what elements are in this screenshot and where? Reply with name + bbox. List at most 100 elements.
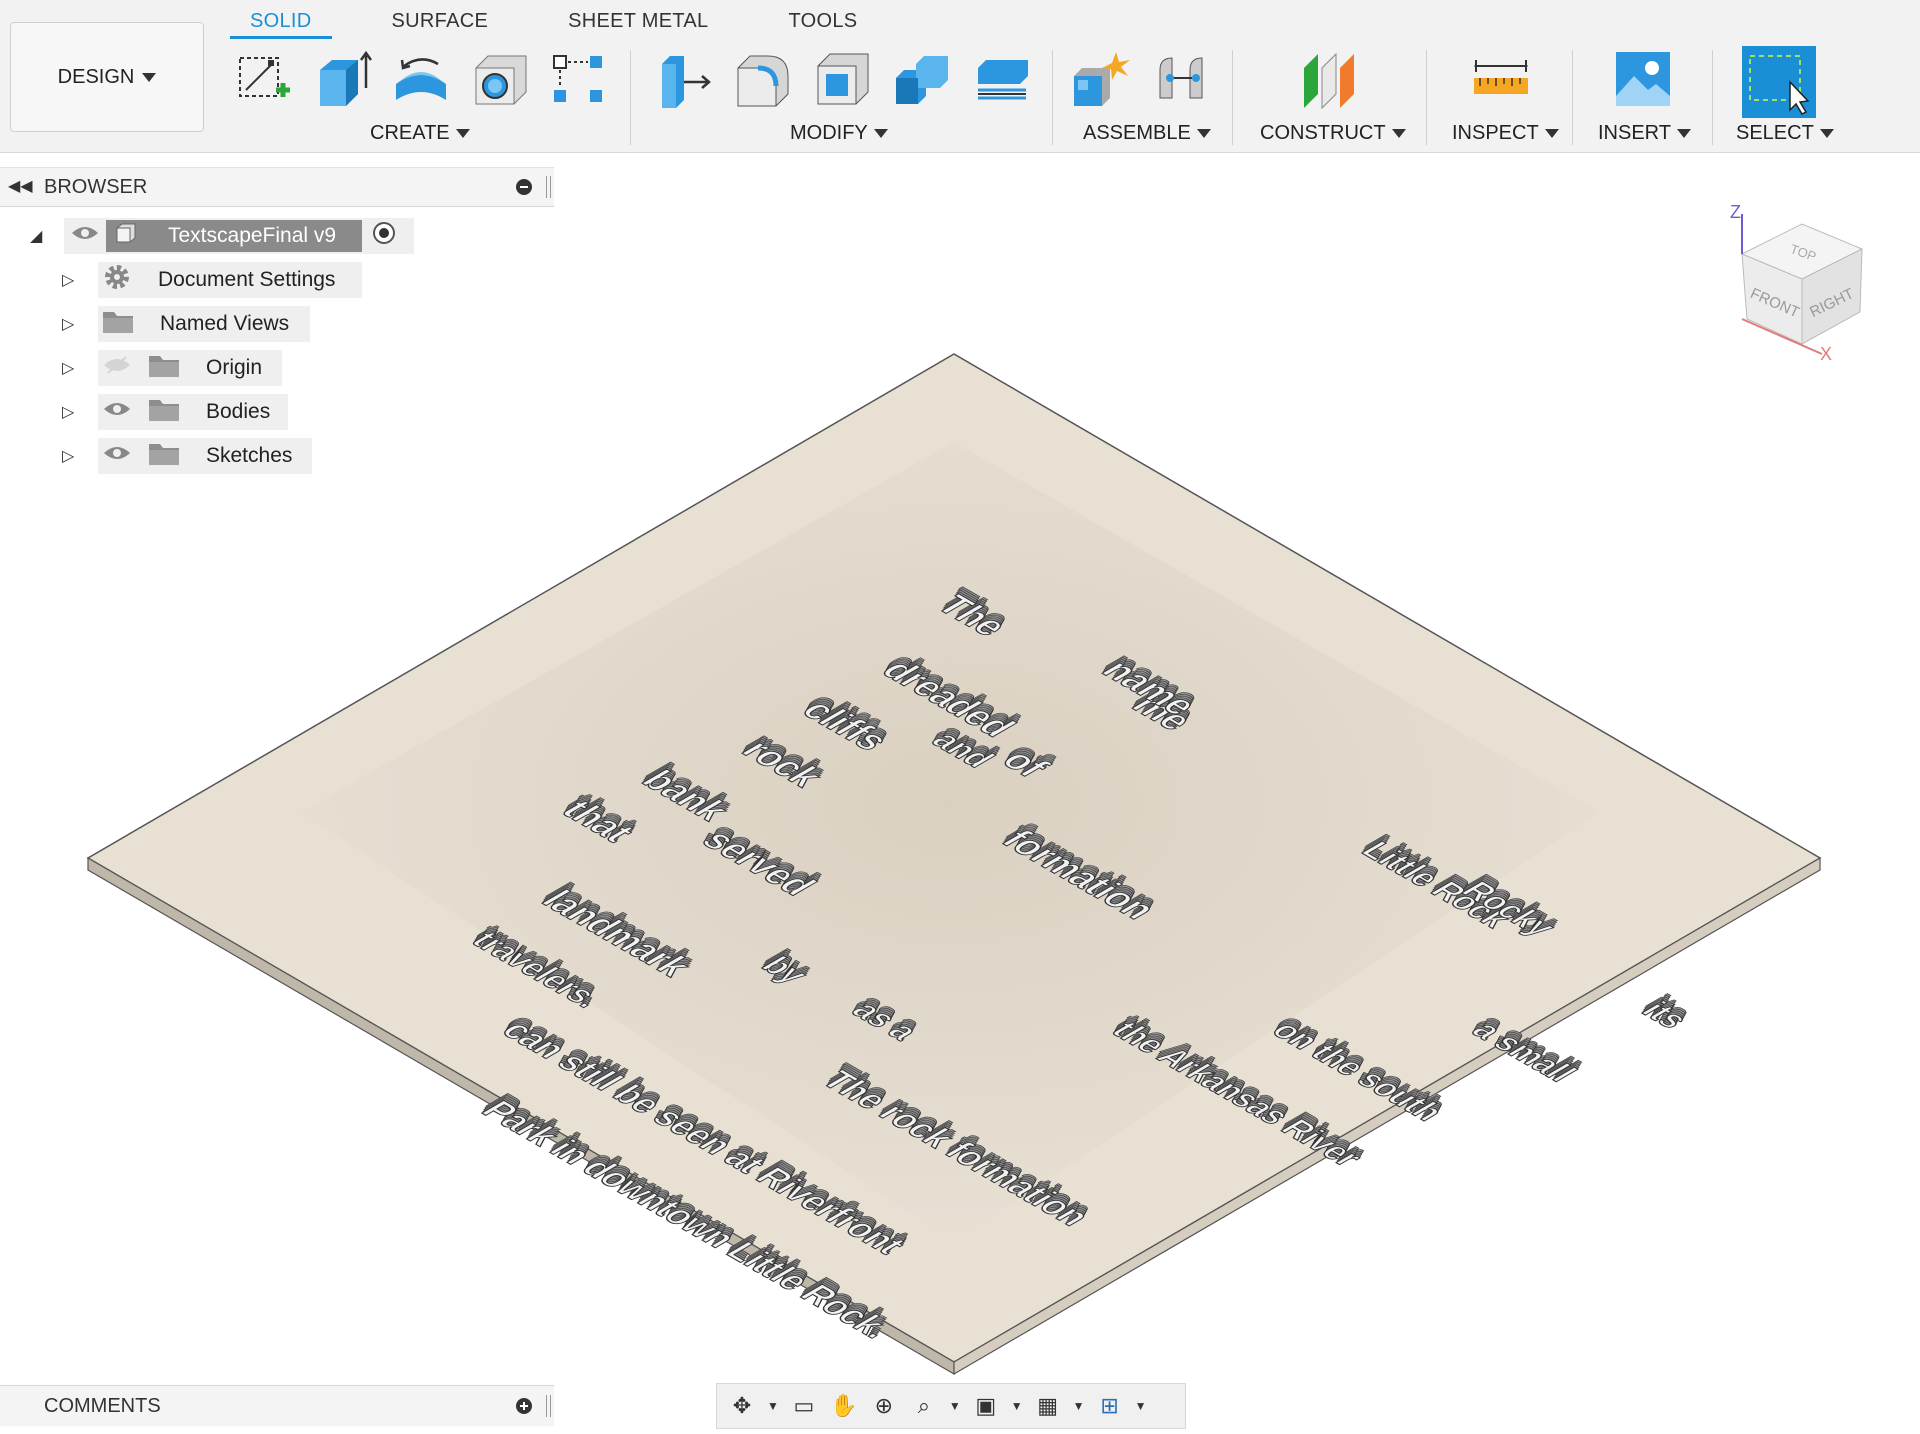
chevron-down-icon[interactable]: ▼: [1011, 1399, 1023, 1413]
chevron-down-icon: [1544, 129, 1559, 138]
root-chip-bg: TextscapeFinal v9: [64, 218, 414, 254]
expand-triangle-icon[interactable]: ▷: [62, 314, 74, 334]
workspace-switcher[interactable]: DESIGN: [10, 22, 204, 132]
minimize-icon[interactable]: [516, 179, 532, 195]
tree-row-root[interactable]: ◢ TextscapeFinal v9: [0, 218, 554, 254]
workspace-label: DESIGN: [57, 65, 135, 88]
modify-menu[interactable]: MODIFY: [790, 122, 888, 145]
tab-sheet-metal[interactable]: SHEET METAL: [548, 0, 728, 36]
axis-x-label: X: [1820, 344, 1832, 364]
chevron-down-icon[interactable]: ▼: [767, 1399, 779, 1413]
eye-icon[interactable]: [102, 399, 132, 425]
insert-image-icon[interactable]: [1612, 48, 1674, 110]
extrude-icon[interactable]: [312, 48, 374, 110]
joint-icon[interactable]: [1150, 48, 1212, 110]
ribbon-tabs: SOLID SURFACE SHEET METAL TOOLS: [230, 0, 917, 39]
divider: [1712, 50, 1713, 145]
sketches-chip: Sketches: [98, 438, 312, 474]
select-menu[interactable]: SELECT: [1736, 122, 1834, 145]
create-sketch-icon[interactable]: [232, 48, 294, 110]
assemble-label: ASSEMBLE: [1083, 122, 1191, 144]
viewports-icon[interactable]: ⊞: [1095, 1391, 1125, 1421]
pan-icon[interactable]: ✋: [829, 1391, 859, 1421]
offset-plane-icon[interactable]: [972, 48, 1034, 110]
construct-plane-icon[interactable]: [1300, 48, 1362, 110]
tree-row-origin[interactable]: ▷ Origin: [0, 350, 400, 386]
activate-radio-icon[interactable]: [372, 221, 396, 251]
origin-chip: Origin: [98, 350, 282, 386]
construct-menu[interactable]: CONSTRUCT: [1260, 122, 1406, 145]
extruded-word[interactable]: itsitsitsitsits: [1629, 989, 1705, 1034]
divider: [1426, 50, 1427, 145]
press-pull-icon[interactable]: [654, 48, 716, 110]
eye-hidden-icon[interactable]: [102, 355, 132, 381]
expanded-triangle-icon[interactable]: ◢: [30, 226, 42, 246]
chevron-down-icon: [455, 129, 470, 138]
zoom-icon[interactable]: ⊕: [869, 1391, 899, 1421]
chevron-down-icon[interactable]: ▼: [1073, 1399, 1085, 1413]
chevron-down-icon: [1819, 129, 1834, 138]
chevron-down-icon: [873, 129, 888, 138]
fit-icon[interactable]: ⌕: [909, 1391, 939, 1421]
add-comment-icon[interactable]: [516, 1398, 532, 1414]
divider: [1232, 50, 1233, 145]
axis-z-label: Z: [1730, 202, 1741, 222]
divider: [1052, 50, 1053, 145]
chevron-down-icon[interactable]: ▼: [949, 1399, 961, 1413]
revolve-icon[interactable]: [390, 48, 452, 110]
sketches-label: Sketches: [206, 444, 293, 467]
collapse-panel-icon[interactable]: ◀◀: [8, 176, 33, 196]
orbit-icon[interactable]: ✥: [727, 1391, 757, 1421]
tree-row-named-views[interactable]: ▷ Named Views: [0, 306, 400, 342]
tree-row-bodies[interactable]: ▷ Bodies: [0, 394, 400, 430]
combine-icon[interactable]: [892, 48, 954, 110]
shell-icon[interactable]: [812, 48, 874, 110]
browser-header: ◀◀ BROWSER: [0, 167, 554, 207]
tab-surface[interactable]: SURFACE: [372, 0, 509, 36]
toolbar: SOLID SURFACE SHEET METAL TOOLS DESIGN C…: [0, 0, 1920, 153]
origin-label: Origin: [206, 356, 263, 379]
named-views-label: Named Views: [160, 312, 290, 335]
select-window-icon[interactable]: [1742, 46, 1816, 118]
panel-grip-icon[interactable]: [546, 1395, 551, 1417]
pattern-icon[interactable]: [548, 48, 610, 110]
document-settings-chip: Document Settings: [98, 262, 362, 298]
modify-label: MODIFY: [790, 122, 868, 144]
insert-label: INSERT: [1598, 122, 1671, 144]
tab-tools[interactable]: TOOLS: [768, 0, 877, 36]
grid-icon[interactable]: ▦: [1033, 1391, 1063, 1421]
expand-triangle-icon[interactable]: ▷: [62, 270, 74, 290]
root-component[interactable]: TextscapeFinal v9: [106, 220, 362, 252]
create-menu[interactable]: CREATE: [370, 122, 470, 145]
tree-row-sketches[interactable]: ▷ Sketches: [0, 438, 400, 474]
browser-title: BROWSER: [44, 176, 148, 198]
folder-icon: [148, 352, 180, 384]
eye-icon[interactable]: [70, 223, 100, 249]
chevron-down-icon: [1196, 129, 1211, 138]
tree-row-document-settings[interactable]: ▷ Document Settings: [0, 262, 400, 298]
expand-triangle-icon[interactable]: ▷: [62, 402, 74, 422]
expand-triangle-icon[interactable]: ▷: [62, 358, 74, 378]
chevron-down-icon: [1676, 129, 1691, 138]
look-at-icon[interactable]: ▭: [789, 1391, 819, 1421]
fillet-icon[interactable]: [732, 48, 794, 110]
assemble-menu[interactable]: ASSEMBLE: [1083, 122, 1211, 145]
chevron-down-icon[interactable]: ▼: [1135, 1399, 1147, 1413]
view-cube[interactable]: Z X TOP FRONT RIGHT: [1712, 194, 1882, 364]
create-label: CREATE: [370, 122, 450, 144]
new-component-icon[interactable]: [1070, 48, 1132, 110]
navigation-bar: ✥ ▼ ▭ ✋ ⊕ ⌕ ▼ ▣ ▼ ▦ ▼ ⊞ ▼: [716, 1383, 1186, 1429]
inspect-menu[interactable]: INSPECT: [1452, 122, 1559, 145]
insert-menu[interactable]: INSERT: [1598, 122, 1691, 145]
hole-icon[interactable]: [470, 48, 532, 110]
base-plate[interactable]: [86, 353, 1822, 1376]
comments-panel: COMMENTS: [0, 1385, 554, 1426]
bodies-label: Bodies: [206, 400, 271, 423]
tab-solid[interactable]: SOLID: [230, 0, 332, 39]
measure-icon[interactable]: [1470, 48, 1532, 110]
display-settings-icon[interactable]: ▣: [971, 1391, 1001, 1421]
expand-triangle-icon[interactable]: ▷: [62, 446, 74, 466]
root-label: TextscapeFinal v9: [168, 224, 337, 247]
eye-icon[interactable]: [102, 443, 132, 469]
panel-grip-icon[interactable]: [546, 176, 551, 198]
